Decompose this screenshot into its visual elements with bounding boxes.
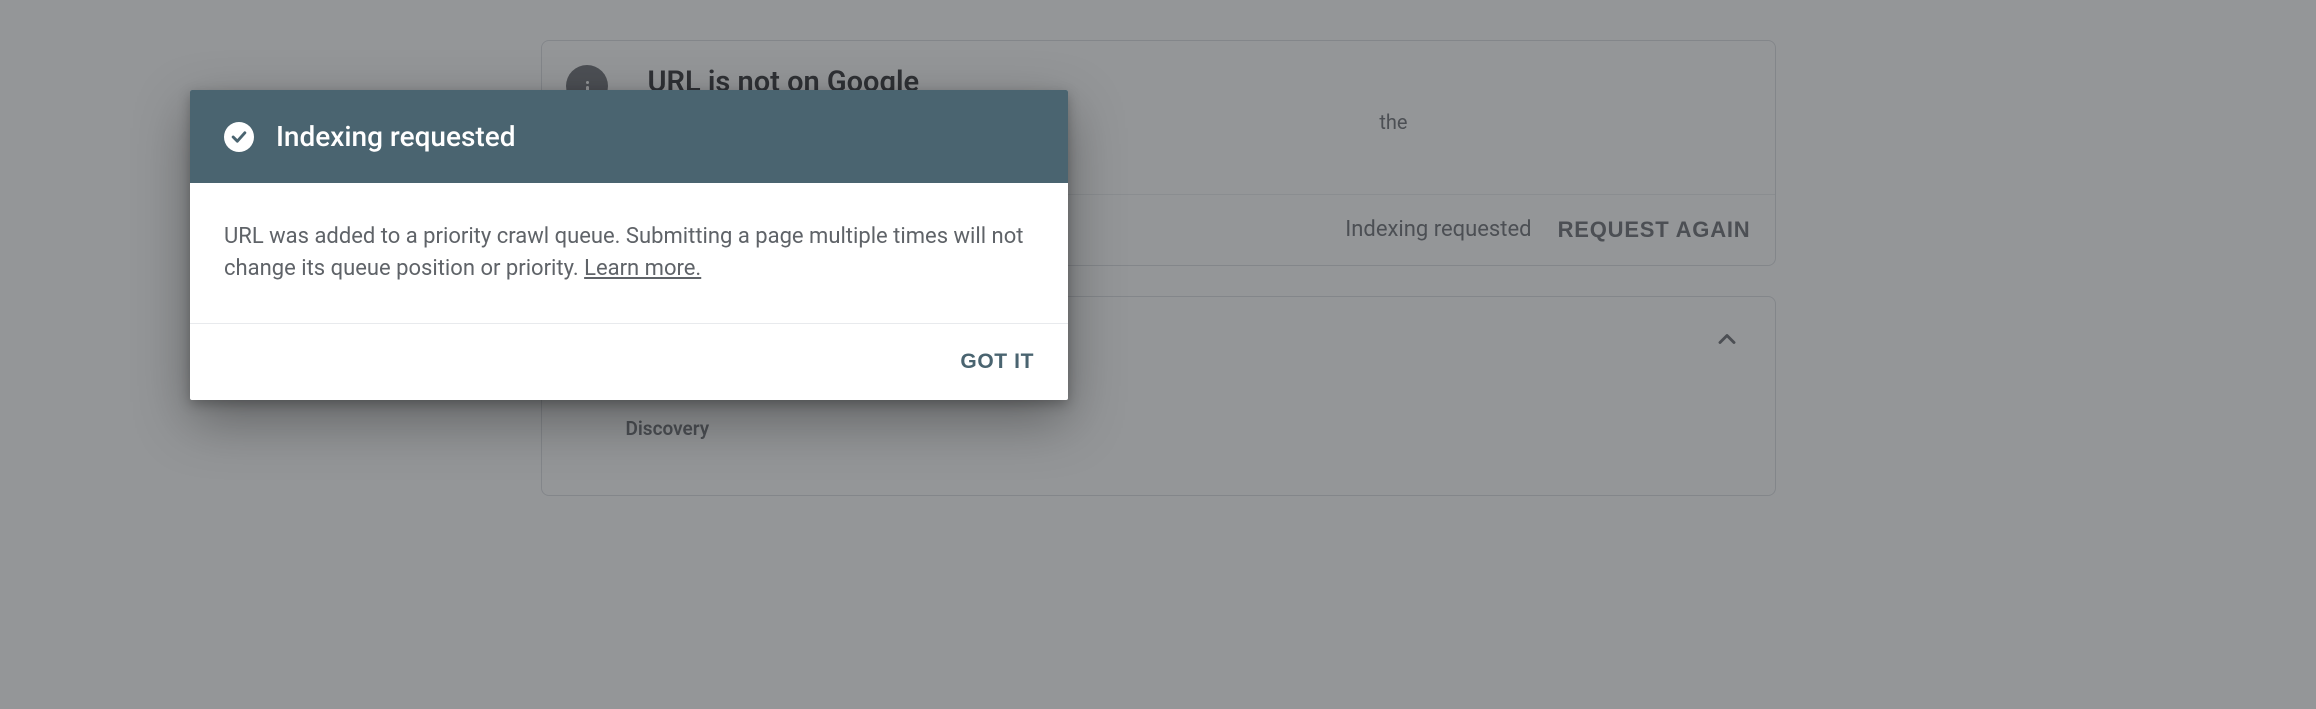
indexing-requested-dialog: Indexing requested URL was added to a pr…	[190, 90, 1068, 400]
dialog-header: Indexing requested	[190, 90, 1068, 183]
dialog-body: URL was added to a priority crawl queue.…	[190, 183, 1068, 324]
learn-more-link[interactable]: Learn more.	[584, 256, 701, 281]
dialog-title: Indexing requested	[276, 120, 516, 153]
check-circle-icon	[224, 122, 254, 152]
got-it-button[interactable]: GOT IT	[950, 342, 1044, 382]
dialog-actions: GOT IT	[190, 324, 1068, 400]
